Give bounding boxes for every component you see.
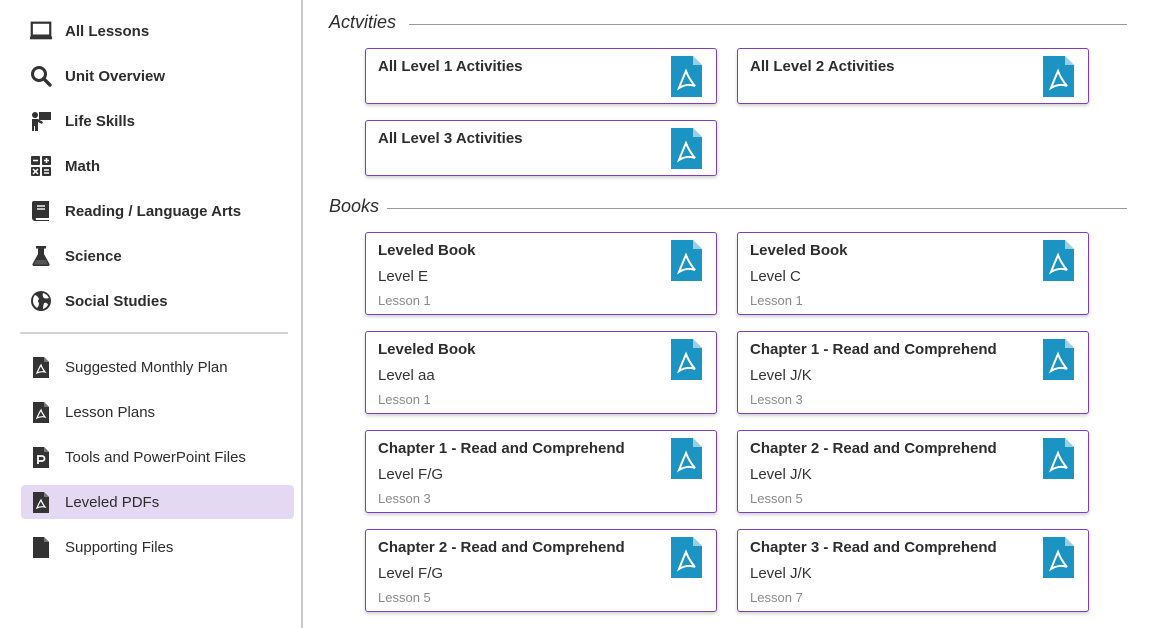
sidebar-item-label: Tools and PowerPoint Files [65,448,246,466]
laptop-icon [29,19,53,43]
card-title: Chapter 1 - Read and Comprehend [378,440,625,457]
section-title-activities: Actvities [329,12,397,32]
card-title: Chapter 1 - Read and Comprehend [750,341,997,358]
sidebar-item-unit-overview[interactable]: Unit Overview [21,59,294,93]
sidebar-item-label: Math [65,157,100,175]
pdf-card[interactable]: Leveled Book Level E Lesson 1 [365,232,717,315]
search-icon [29,64,53,88]
card-title: Chapter 2 - Read and Comprehend [750,440,997,457]
pdf-card[interactable]: Leveled Book Level C Lesson 1 [737,232,1089,315]
calculator-icon [29,154,53,178]
sidebar-item-label: Reading / Language Arts [65,202,242,220]
pdf-card[interactable]: Chapter 3 - Read and Comprehend Level J/… [737,529,1089,612]
pdf-file-icon [671,56,702,97]
card-level: Level J/K [750,565,812,582]
section-divider [409,24,1127,25]
card-lesson: Lesson 5 [378,590,431,605]
card-title: Leveled Book [378,242,476,259]
card-level: Level J/K [750,367,812,384]
pdf-card[interactable]: All Level 1 Activities [365,48,717,104]
card-level: Level aa [378,367,435,384]
card-level: Level J/K [750,466,812,483]
card-title: Leveled Book [750,242,848,259]
card-title: Leveled Book [378,341,476,358]
card-title: Chapter 2 - Read and Comprehend [378,539,625,556]
powerpoint-file-icon [29,445,53,469]
file-icon [29,535,53,559]
card-level: Level F/G [378,466,444,483]
pdf-file-icon [671,339,702,380]
pdf-file-icon [671,128,702,169]
pdf-card[interactable]: All Level 2 Activities [737,48,1089,104]
pdf-file-icon [671,438,702,479]
card-lesson: Lesson 1 [378,293,431,308]
card-title: All Level 2 Activities [750,58,895,75]
sidebar-item-label: Supporting Files [65,538,174,556]
sidebar-item-leveled-pdfs[interactable]: Leveled PDFs [21,485,294,519]
pdf-file-icon [1043,339,1074,380]
sidebar-item-label: Unit Overview [65,67,166,85]
sidebar-item-label: Life Skills [65,112,136,130]
sidebar-divider [20,332,288,334]
card-lesson: Lesson 1 [750,293,803,308]
sidebar-item-label: Suggested Monthly Plan [65,358,228,376]
pdf-file-icon [1043,56,1074,97]
globe-icon [29,289,53,313]
sidebar-item-supporting-files[interactable]: Supporting Files [21,530,294,564]
sidebar-item-life-skills[interactable]: Life Skills [21,104,294,138]
card-lesson: Lesson 7 [750,590,803,605]
card-title: Chapter 3 - Read and Comprehend [750,539,997,556]
pdf-file-icon [29,400,53,424]
pdf-file-icon [29,355,53,379]
sidebar-item-tools-and-powerpoint-files[interactable]: Tools and PowerPoint Files [21,440,294,474]
sidebar-item-label: Lesson Plans [65,403,156,421]
sidebar-item-label: Social Studies [65,292,168,310]
pdf-card[interactable]: Chapter 2 - Read and Comprehend Level J/… [737,430,1089,513]
pdf-file-icon [1043,537,1074,578]
card-lesson: Lesson 1 [378,392,431,407]
pdf-card[interactable]: Chapter 2 - Read and Comprehend Level F/… [365,529,717,612]
sidebar-item-social-studies[interactable]: Social Studies [21,284,294,318]
card-lesson: Lesson 3 [378,491,431,506]
sidebar-item-math[interactable]: Math [21,149,294,183]
main-content: Actvities All Level 1 Activities All Lev… [304,0,1167,628]
sidebar-item-lesson-plans[interactable]: Lesson Plans [21,395,294,429]
card-level: Level F/G [378,565,444,582]
pdf-file-icon [671,537,702,578]
section-divider [387,208,1127,209]
pdf-card[interactable]: Chapter 1 - Read and Comprehend Level J/… [737,331,1089,414]
sidebar-item-label: Science [65,247,122,265]
section-title-books: Books [329,196,380,216]
sidebar-item-label: All Lessons [65,22,150,40]
sidebar-item-label: Leveled PDFs [65,493,160,511]
card-lesson: Lesson 5 [750,491,803,506]
pdf-card[interactable]: Leveled Book Level aa Lesson 1 [365,331,717,414]
person-teaching-icon [29,109,53,133]
card-level: Level C [750,268,801,285]
pdf-card[interactable]: Chapter 1 - Read and Comprehend Level F/… [365,430,717,513]
sidebar-item-suggested-monthly-plan[interactable]: Suggested Monthly Plan [21,350,294,384]
pdf-file-icon [1043,240,1074,281]
card-lesson: Lesson 3 [750,392,803,407]
card-level: Level E [378,268,429,285]
card-title: All Level 3 Activities [378,130,523,147]
pdf-file-icon [1043,438,1074,479]
sidebar-item-all-lessons[interactable]: All Lessons [21,14,294,48]
sidebar-item-reading-language-arts[interactable]: Reading / Language Arts [21,194,294,228]
pdf-card[interactable]: All Level 3 Activities [365,120,717,176]
book-icon [29,199,53,223]
pdf-file-icon [29,490,53,514]
sidebar: All Lessons Unit Overview Life Skills Ma… [0,0,303,628]
sidebar-item-science[interactable]: Science [21,239,294,273]
flask-icon [29,244,53,268]
card-title: All Level 1 Activities [378,58,523,75]
pdf-file-icon [671,240,702,281]
